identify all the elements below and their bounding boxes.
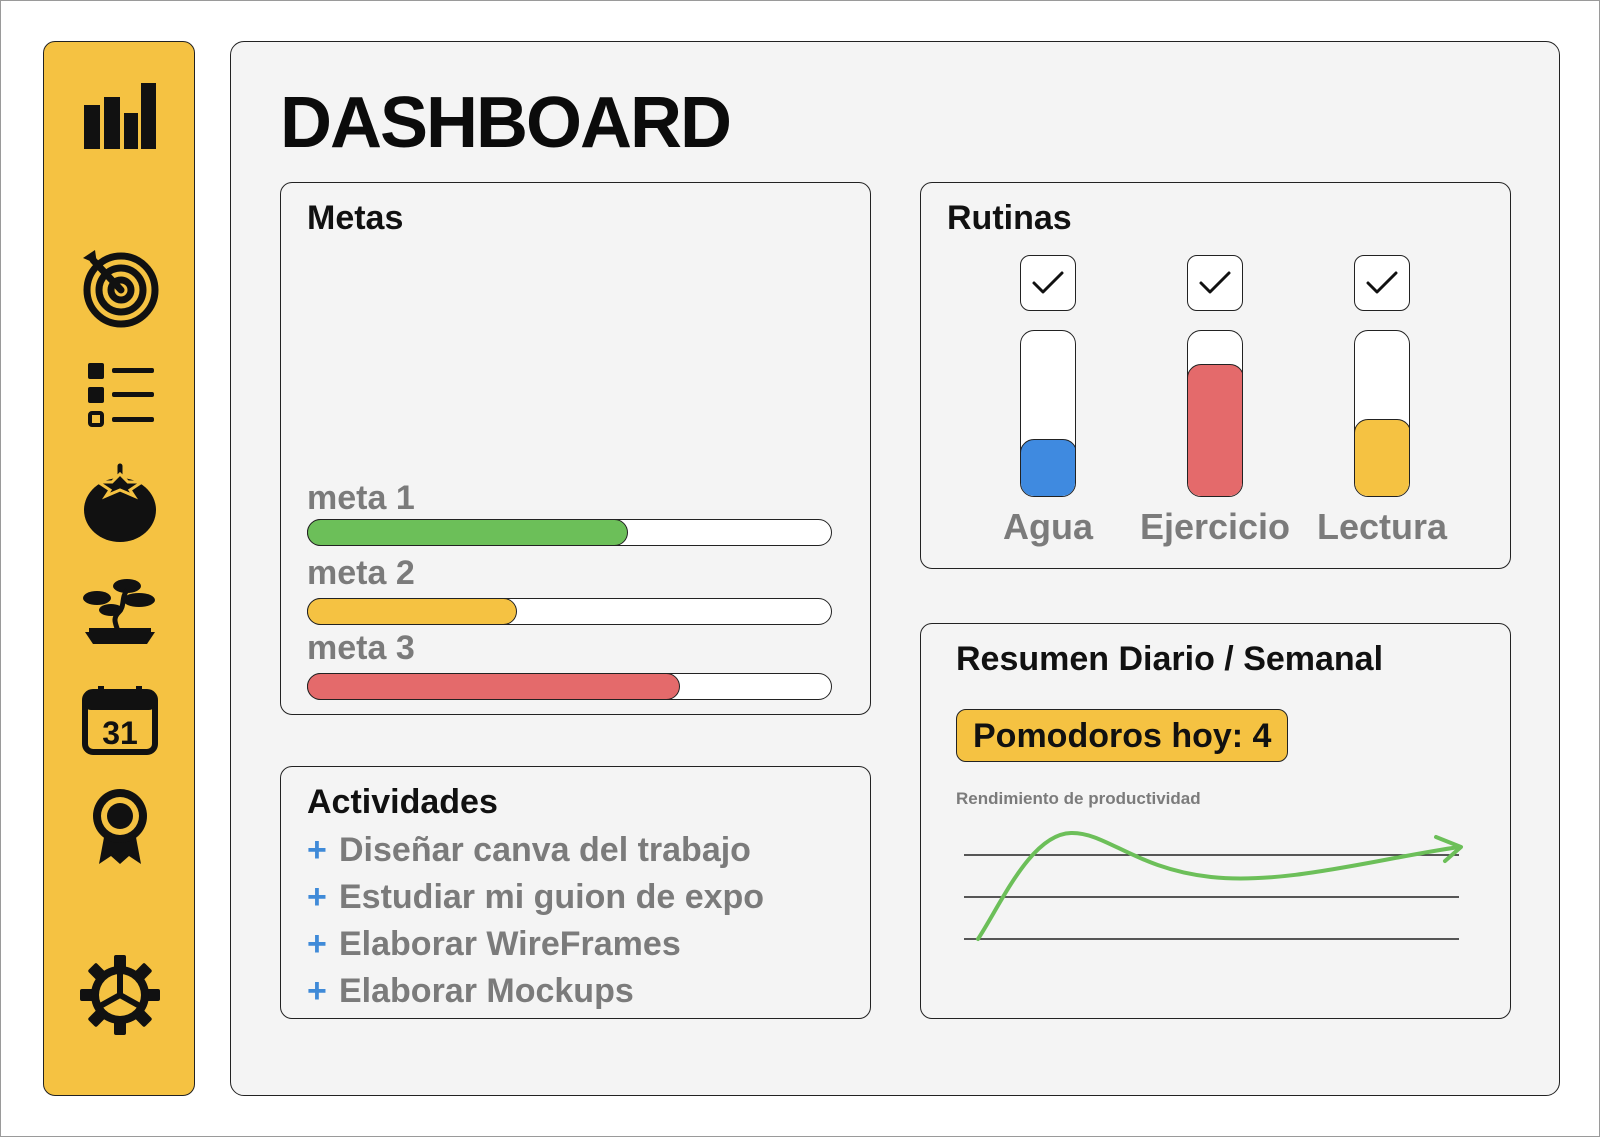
sidebar-item-habitos[interactable]	[72, 564, 168, 660]
calendar-day: 31	[102, 715, 138, 751]
sidebar-item-ajustes[interactable]	[72, 947, 168, 1043]
meta-progress-bar[interactable]	[306, 672, 832, 700]
pomodoro-count-badge: Pomodoros hoy: 4	[956, 709, 1289, 762]
meta-progress-fill	[306, 518, 628, 546]
metas-title: Metas	[307, 199, 404, 237]
rutinas-card: Rutinas Agua Ejercicio Lectura	[920, 182, 1511, 569]
sidebar-item-metas[interactable]	[72, 239, 168, 335]
target-icon	[83, 250, 159, 328]
routine-level-fill	[1021, 438, 1075, 496]
plus-icon: +	[307, 925, 327, 963]
plus-icon: +	[307, 878, 327, 916]
routine-level-gauge	[1187, 330, 1243, 497]
metas-card: Metas meta 1 meta 2 meta 3	[280, 182, 871, 715]
award-icon	[93, 789, 147, 864]
resumen-title: Resumen Diario / Semanal	[956, 640, 1384, 678]
list-item[interactable]: + Elaborar WireFrames	[307, 921, 764, 968]
page-title: DASHBOARD	[280, 83, 732, 163]
sidebar: 31	[43, 41, 195, 1096]
activity-label: Elaborar WireFrames	[339, 925, 681, 963]
sidebar-item-tareas[interactable]	[72, 348, 168, 444]
list-item[interactable]: + Diseñar canva del trabajo	[307, 827, 764, 874]
routine-level-gauge	[1020, 330, 1076, 497]
meta-label: meta 3	[307, 629, 415, 667]
task-list-icon	[88, 363, 154, 427]
sidebar-item-pomodoro[interactable]	[72, 455, 168, 551]
gear-icon	[80, 955, 160, 1035]
activity-list: + Diseñar canva del trabajo + Estudiar m…	[307, 827, 764, 1015]
meta-progress-bar[interactable]	[306, 597, 832, 625]
rutinas-title: Rutinas	[947, 199, 1072, 237]
resumen-card: Resumen Diario / Semanal Pomodoros hoy: …	[920, 623, 1511, 1019]
meta-progress-fill	[306, 597, 517, 625]
meta-progress-bar[interactable]	[306, 518, 832, 546]
sidebar-item-dashboard[interactable]	[72, 70, 168, 166]
bonsai-icon	[83, 579, 155, 644]
checkmark-icon	[1366, 271, 1398, 294]
routine-checkbox[interactable]	[1187, 255, 1243, 311]
meta-label: meta 2	[307, 554, 415, 592]
actividades-title: Actividades	[307, 783, 498, 821]
plus-icon: +	[307, 831, 327, 869]
sidebar-item-logros[interactable]	[72, 778, 168, 874]
activity-label: Estudiar mi guion de expo	[339, 878, 765, 916]
productivity-chart	[964, 830, 1463, 941]
actividades-card: Actividades + Diseñar canva del trabajo …	[280, 766, 871, 1019]
checkmark-icon	[1199, 271, 1231, 294]
routine-label: Lectura	[1316, 506, 1448, 547]
calendar-icon: 31	[82, 686, 158, 755]
routine-level-fill	[1355, 418, 1409, 496]
routine-level-fill	[1188, 363, 1242, 496]
routine-level-gauge	[1354, 330, 1410, 497]
routine-checkbox[interactable]	[1020, 255, 1076, 311]
routine-checkbox[interactable]	[1354, 255, 1410, 311]
list-item[interactable]: + Estudiar mi guion de expo	[307, 874, 764, 921]
activity-label: Diseñar canva del trabajo	[339, 831, 751, 869]
list-item[interactable]: + Elaborar Mockups	[307, 968, 764, 1015]
sidebar-item-calendario[interactable]: 31	[72, 672, 168, 768]
chart-caption: Rendimiento de productividad	[956, 789, 1201, 808]
activity-label: Elaborar Mockups	[339, 972, 634, 1010]
meta-progress-fill	[306, 672, 680, 700]
tomato-icon	[84, 463, 156, 542]
meta-label: meta 1	[307, 479, 415, 517]
plus-icon: +	[307, 972, 327, 1010]
productivity-trend-line	[976, 830, 1461, 941]
bar-chart-icon	[84, 83, 156, 149]
checkmark-icon	[1032, 271, 1064, 294]
